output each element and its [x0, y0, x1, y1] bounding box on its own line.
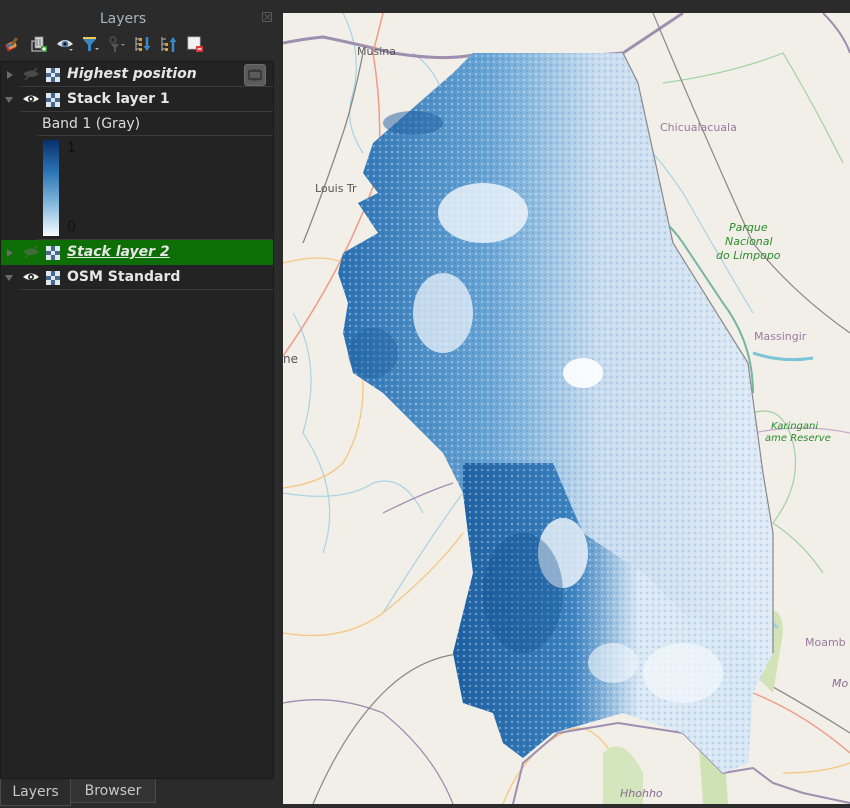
layer-row-osm-standard[interactable]: OSM Standard — [1, 265, 273, 290]
qgis-window: Layers Highest position Stack layer 1 Ba… — [0, 0, 850, 808]
layer-row-stack-layer-1[interactable]: Stack layer 1 — [1, 87, 273, 112]
filter-expression-button[interactable] — [106, 34, 128, 54]
map-label-moamba: Moamb — [805, 636, 846, 649]
layers-panel: Layers Highest position Stack layer 1 Ba… — [0, 0, 276, 808]
raster-layer-icon — [46, 271, 60, 285]
raster-layer-icon — [46, 246, 60, 260]
filter-icon — [83, 37, 99, 51]
map-label-hhohho: Hhohho — [620, 787, 663, 800]
add-group-icon — [31, 36, 47, 52]
country-border — [283, 13, 684, 62]
collapse-all-button[interactable] — [158, 34, 180, 54]
layer-name: Stack layer 1 — [67, 91, 170, 107]
map-label-karingani: Karingani — [771, 421, 819, 432]
map-label-game-reserve: ame Reserve — [765, 433, 831, 444]
layer-row-stack-layer-2[interactable]: Stack layer 2 — [1, 240, 273, 265]
remove-layer-icon — [187, 36, 203, 52]
collapse-all-icon — [161, 37, 177, 52]
raster-layer-icon — [46, 93, 60, 107]
eye-visible-icon[interactable] — [22, 92, 40, 106]
expand-arrow-icon[interactable] — [7, 249, 13, 257]
eye-visible-icon[interactable] — [22, 270, 40, 284]
tab-layers[interactable]: Layers — [0, 779, 71, 806]
style-manager-button[interactable] — [2, 34, 24, 54]
layer-name: Highest position — [67, 66, 197, 82]
color-ramp — [43, 140, 59, 236]
map-label-chicualacuala: Chicualacuala — [660, 121, 737, 134]
tab-browser[interactable]: Browser — [70, 779, 156, 803]
map-label-do-limpopo: do Limpopo — [716, 249, 781, 262]
manage-themes-button[interactable] — [54, 34, 76, 54]
legend-band-row: Band 1 (Gray) — [37, 112, 273, 136]
dock-tabs: Layers Browser — [0, 779, 276, 808]
layers-toolbar — [2, 34, 210, 54]
chip-icon — [248, 69, 262, 81]
map-label-ne: ne — [283, 352, 298, 366]
raster-stack-layer — [338, 53, 773, 773]
filter-legend-button[interactable] — [80, 34, 102, 54]
layer-tree: Highest position Stack layer 1 Band 1 (G… — [0, 61, 274, 779]
raster-layer-icon — [46, 68, 60, 82]
panel-close-button[interactable] — [262, 12, 272, 22]
eye-hidden-icon[interactable] — [22, 245, 40, 259]
map-label-nacional: Nacional — [725, 235, 773, 248]
add-group-button[interactable] — [28, 34, 50, 54]
band-label: Band 1 (Gray) — [42, 116, 141, 132]
eye-visibility-icon — [57, 40, 73, 51]
map-label-massingir: Massingir — [754, 330, 807, 343]
collapse-arrow-icon[interactable] — [5, 97, 13, 103]
map-label-parque: Parque — [729, 221, 768, 234]
panel-title: Layers — [99, 11, 147, 27]
map-label-louis-trichardt: Louis Tr — [315, 182, 357, 195]
layer-row-highest-position[interactable]: Highest position — [1, 62, 273, 87]
osm-basemap — [283, 13, 850, 804]
map-label-mo: Mo — [832, 677, 849, 690]
map-label-musina: Musina — [357, 45, 396, 58]
collapse-arrow-icon[interactable] — [5, 275, 13, 281]
layer-name: Stack layer 2 — [67, 244, 170, 260]
map-canvas[interactable]: Musina Chicualacuala Louis Tr Parque Nac… — [283, 13, 850, 804]
remove-layer-button[interactable] — [184, 34, 206, 54]
style-manager-icon — [5, 37, 18, 52]
expand-all-icon — [135, 37, 151, 51]
expand-all-button[interactable] — [132, 34, 154, 54]
layer-name: OSM Standard — [67, 269, 181, 285]
ramp-max-label: 1 — [67, 140, 76, 156]
expand-arrow-icon[interactable] — [7, 71, 13, 79]
eye-hidden-icon[interactable] — [22, 67, 40, 81]
ramp-min-label: 0 — [67, 219, 76, 235]
embedded-widget-button[interactable] — [244, 64, 266, 86]
filter-expression-icon — [109, 36, 125, 52]
